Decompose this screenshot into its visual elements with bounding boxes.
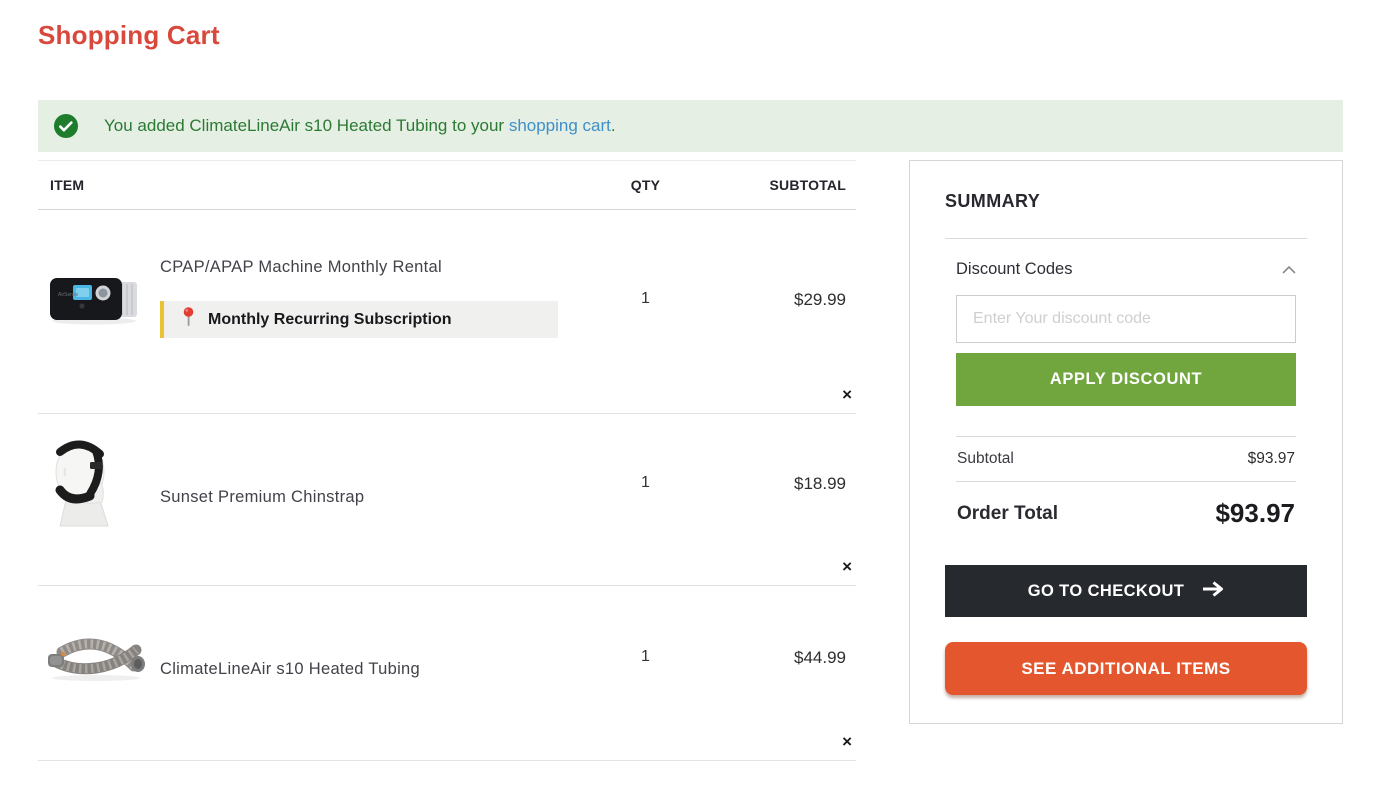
cart-row-heated-tubing: ClimateLineAir s10 Heated Tubing 1 $44.9… [38,586,856,761]
pin-icon [182,306,195,333]
subtotal-row: Subtotal $93.97 [956,436,1296,482]
success-banner: You added ClimateLineAir s10 Heated Tubi… [38,100,1343,152]
subtotal-value: $93.97 [1247,450,1295,467]
remove-item-button[interactable]: × [842,386,852,403]
shopping-cart-page: Shopping Cart You added ClimateLineAir s… [0,0,1383,789]
product-details: Sunset Premium Chinstrap [160,414,598,585]
product-image-chinstrap[interactable] [38,414,160,585]
discount-code-input[interactable] [956,295,1296,343]
subtotal-label: Subtotal [957,450,1014,467]
arrow-right-icon [1202,580,1224,602]
order-total-row: Order Total $93.97 [956,482,1296,539]
discount-codes-label: Discount Codes [956,260,1073,278]
column-header-item: ITEM [50,177,85,193]
cart-row-cpap-rental: AirSense CPAP/APAP Machine Monthly Renta… [38,210,856,414]
success-message: You added ClimateLineAir s10 Heated Tubi… [104,116,616,136]
product-image-heated-tubing[interactable] [38,586,160,760]
main-content: ITEM QTY SUBTOTAL AirSense CPAP/APAP Mac… [38,160,1343,761]
discount-codes-toggle[interactable]: Discount Codes [956,260,1296,279]
product-title[interactable]: Sunset Premium Chinstrap [160,488,598,507]
cart-row-chinstrap: Sunset Premium Chinstrap 1 $18.99 × [38,414,856,586]
product-details: CPAP/APAP Machine Monthly Rental Monthly… [160,210,598,413]
totals-section: Subtotal $93.97 Order Total $93.97 [956,436,1296,539]
item-subtotal: $18.99 [794,474,846,493]
checkout-button-label: GO TO CHECKOUT [1027,581,1185,600]
see-additional-items-button[interactable]: SEE ADDITIONAL ITEMS [945,642,1307,695]
item-subtotal: $44.99 [794,648,846,667]
summary-panel: SUMMARY Discount Codes APPLY DISCOUNT [909,160,1343,724]
svg-text:AirSense: AirSense [58,292,79,298]
summary-title: SUMMARY [945,191,1041,211]
product-image-cpap-machine[interactable]: AirSense [38,210,160,413]
go-to-checkout-button[interactable]: GO TO CHECKOUT [945,565,1307,617]
summary-column: SUMMARY Discount Codes APPLY DISCOUNT [909,160,1343,724]
product-title[interactable]: CPAP/APAP Machine Monthly Rental [160,258,598,277]
remove-item-button[interactable]: × [842,558,852,575]
subscription-badge: Monthly Recurring Subscription [160,301,558,338]
apply-discount-button[interactable]: APPLY DISCOUNT [956,353,1296,406]
order-total-label: Order Total [957,502,1058,524]
success-message-suffix: . [610,116,616,135]
cart-table-header: ITEM QTY SUBTOTAL [38,160,856,210]
product-details: ClimateLineAir s10 Heated Tubing [160,586,598,760]
success-check-icon [54,114,78,138]
page-title: Shopping Cart [38,20,220,50]
discount-codes-section: Discount Codes APPLY DISCOUNT [956,260,1296,406]
chevron-up-icon [1282,261,1296,279]
item-qty: 1 [641,474,650,491]
item-subtotal: $29.99 [794,290,846,309]
cart-table: ITEM QTY SUBTOTAL AirSense CPAP/APAP Mac… [38,160,856,761]
remove-item-button[interactable]: × [842,733,852,750]
subscription-badge-label: Monthly Recurring Subscription [208,310,452,328]
product-title[interactable]: ClimateLineAir s10 Heated Tubing [160,660,598,679]
shopping-cart-link[interactable]: shopping cart [509,116,611,135]
success-message-prefix: You added ClimateLineAir s10 Heated Tubi… [104,116,509,135]
item-qty: 1 [641,290,650,307]
item-qty: 1 [641,648,650,665]
column-header-qty: QTY [630,177,661,193]
column-header-subtotal: SUBTOTAL [769,177,846,193]
order-total-value: $93.97 [1215,498,1295,528]
summary-divider [945,238,1307,239]
